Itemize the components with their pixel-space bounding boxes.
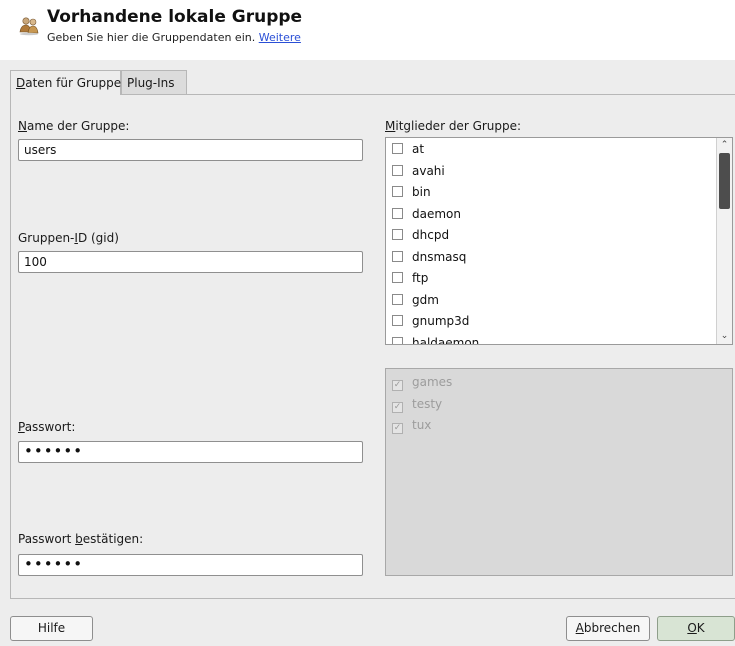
- list-item[interactable]: gdm: [392, 293, 439, 311]
- help-button[interactable]: Hilfe: [10, 616, 93, 641]
- tab-plugins[interactable]: Plug-Ins: [121, 70, 187, 94]
- list-item[interactable]: daemon: [392, 207, 461, 225]
- default-members-list: ✓ games ✓ testy ✓ tux: [385, 368, 733, 576]
- scroll-up-icon[interactable]: ⌃: [717, 138, 732, 153]
- checkbox[interactable]: [392, 229, 403, 240]
- cancel-button[interactable]: Abbrechen: [566, 616, 650, 641]
- password-label: Passwort:: [18, 420, 76, 434]
- list-item[interactable]: bin: [392, 185, 431, 203]
- list-item[interactable]: avahi: [392, 164, 445, 182]
- page-subtitle: Geben Sie hier die Gruppendaten ein. Wei…: [47, 31, 301, 44]
- checked-disabled-icon: ✓: [392, 423, 403, 434]
- gid-input[interactable]: 100: [18, 251, 363, 273]
- checkbox[interactable]: [392, 293, 403, 305]
- list-item[interactable]: haldaemon: [392, 336, 479, 344]
- checkbox[interactable]: [392, 164, 403, 176]
- checkbox[interactable]: [392, 315, 403, 326]
- members-label: Mitglieder der Gruppe:: [385, 119, 522, 133]
- checkbox[interactable]: [392, 336, 403, 344]
- checkbox[interactable]: [392, 143, 403, 154]
- list-item[interactable]: gnump3d: [392, 314, 469, 332]
- password-confirm-label: Passwort bestätigen:: [18, 532, 144, 546]
- list-item[interactable]: dhcpd: [392, 228, 449, 246]
- checked-disabled-icon: ✓: [392, 380, 403, 391]
- groupname-input[interactable]: users: [18, 139, 363, 161]
- scroll-down-icon[interactable]: ⌄: [717, 329, 732, 344]
- list-item: ✓ testy: [392, 396, 443, 413]
- list-item[interactable]: ftp: [392, 271, 428, 289]
- checkbox[interactable]: [392, 207, 403, 219]
- checkbox[interactable]: [392, 186, 403, 197]
- password-confirm-input[interactable]: ••••••: [18, 554, 363, 576]
- group-icon: [19, 17, 39, 36]
- checked-disabled-icon: ✓: [392, 401, 403, 413]
- page-title: Vorhandene lokale Gruppe: [47, 7, 303, 27]
- scroll-thumb[interactable]: [719, 153, 730, 209]
- tab-group-data[interactable]: Daten für Gruppe: [10, 70, 121, 95]
- subtitle-text: Geben Sie hier die Gruppendaten ein.: [47, 31, 256, 44]
- more-link[interactable]: Weitere: [259, 31, 301, 44]
- ok-button[interactable]: OK: [657, 616, 735, 641]
- list-item[interactable]: dnsmasq: [392, 250, 466, 268]
- list-item[interactable]: at: [392, 142, 424, 160]
- members-scrollbar[interactable]: ⌃ ⌄: [716, 138, 732, 344]
- password-input[interactable]: ••••••: [18, 441, 363, 463]
- groupname-label: Name der Gruppe:: [18, 119, 130, 133]
- members-list[interactable]: at avahi bin daemon dhcpd dnsmasq ftp gd…: [385, 137, 733, 345]
- checkbox[interactable]: [392, 250, 403, 262]
- list-item: ✓ games: [392, 375, 453, 391]
- checkbox[interactable]: [392, 272, 403, 283]
- list-item: ✓ tux: [392, 418, 432, 434]
- gid-label: Gruppen-ID (gid): [18, 231, 119, 245]
- header: Vorhandene lokale Gruppe Geben Sie hier …: [0, 0, 735, 60]
